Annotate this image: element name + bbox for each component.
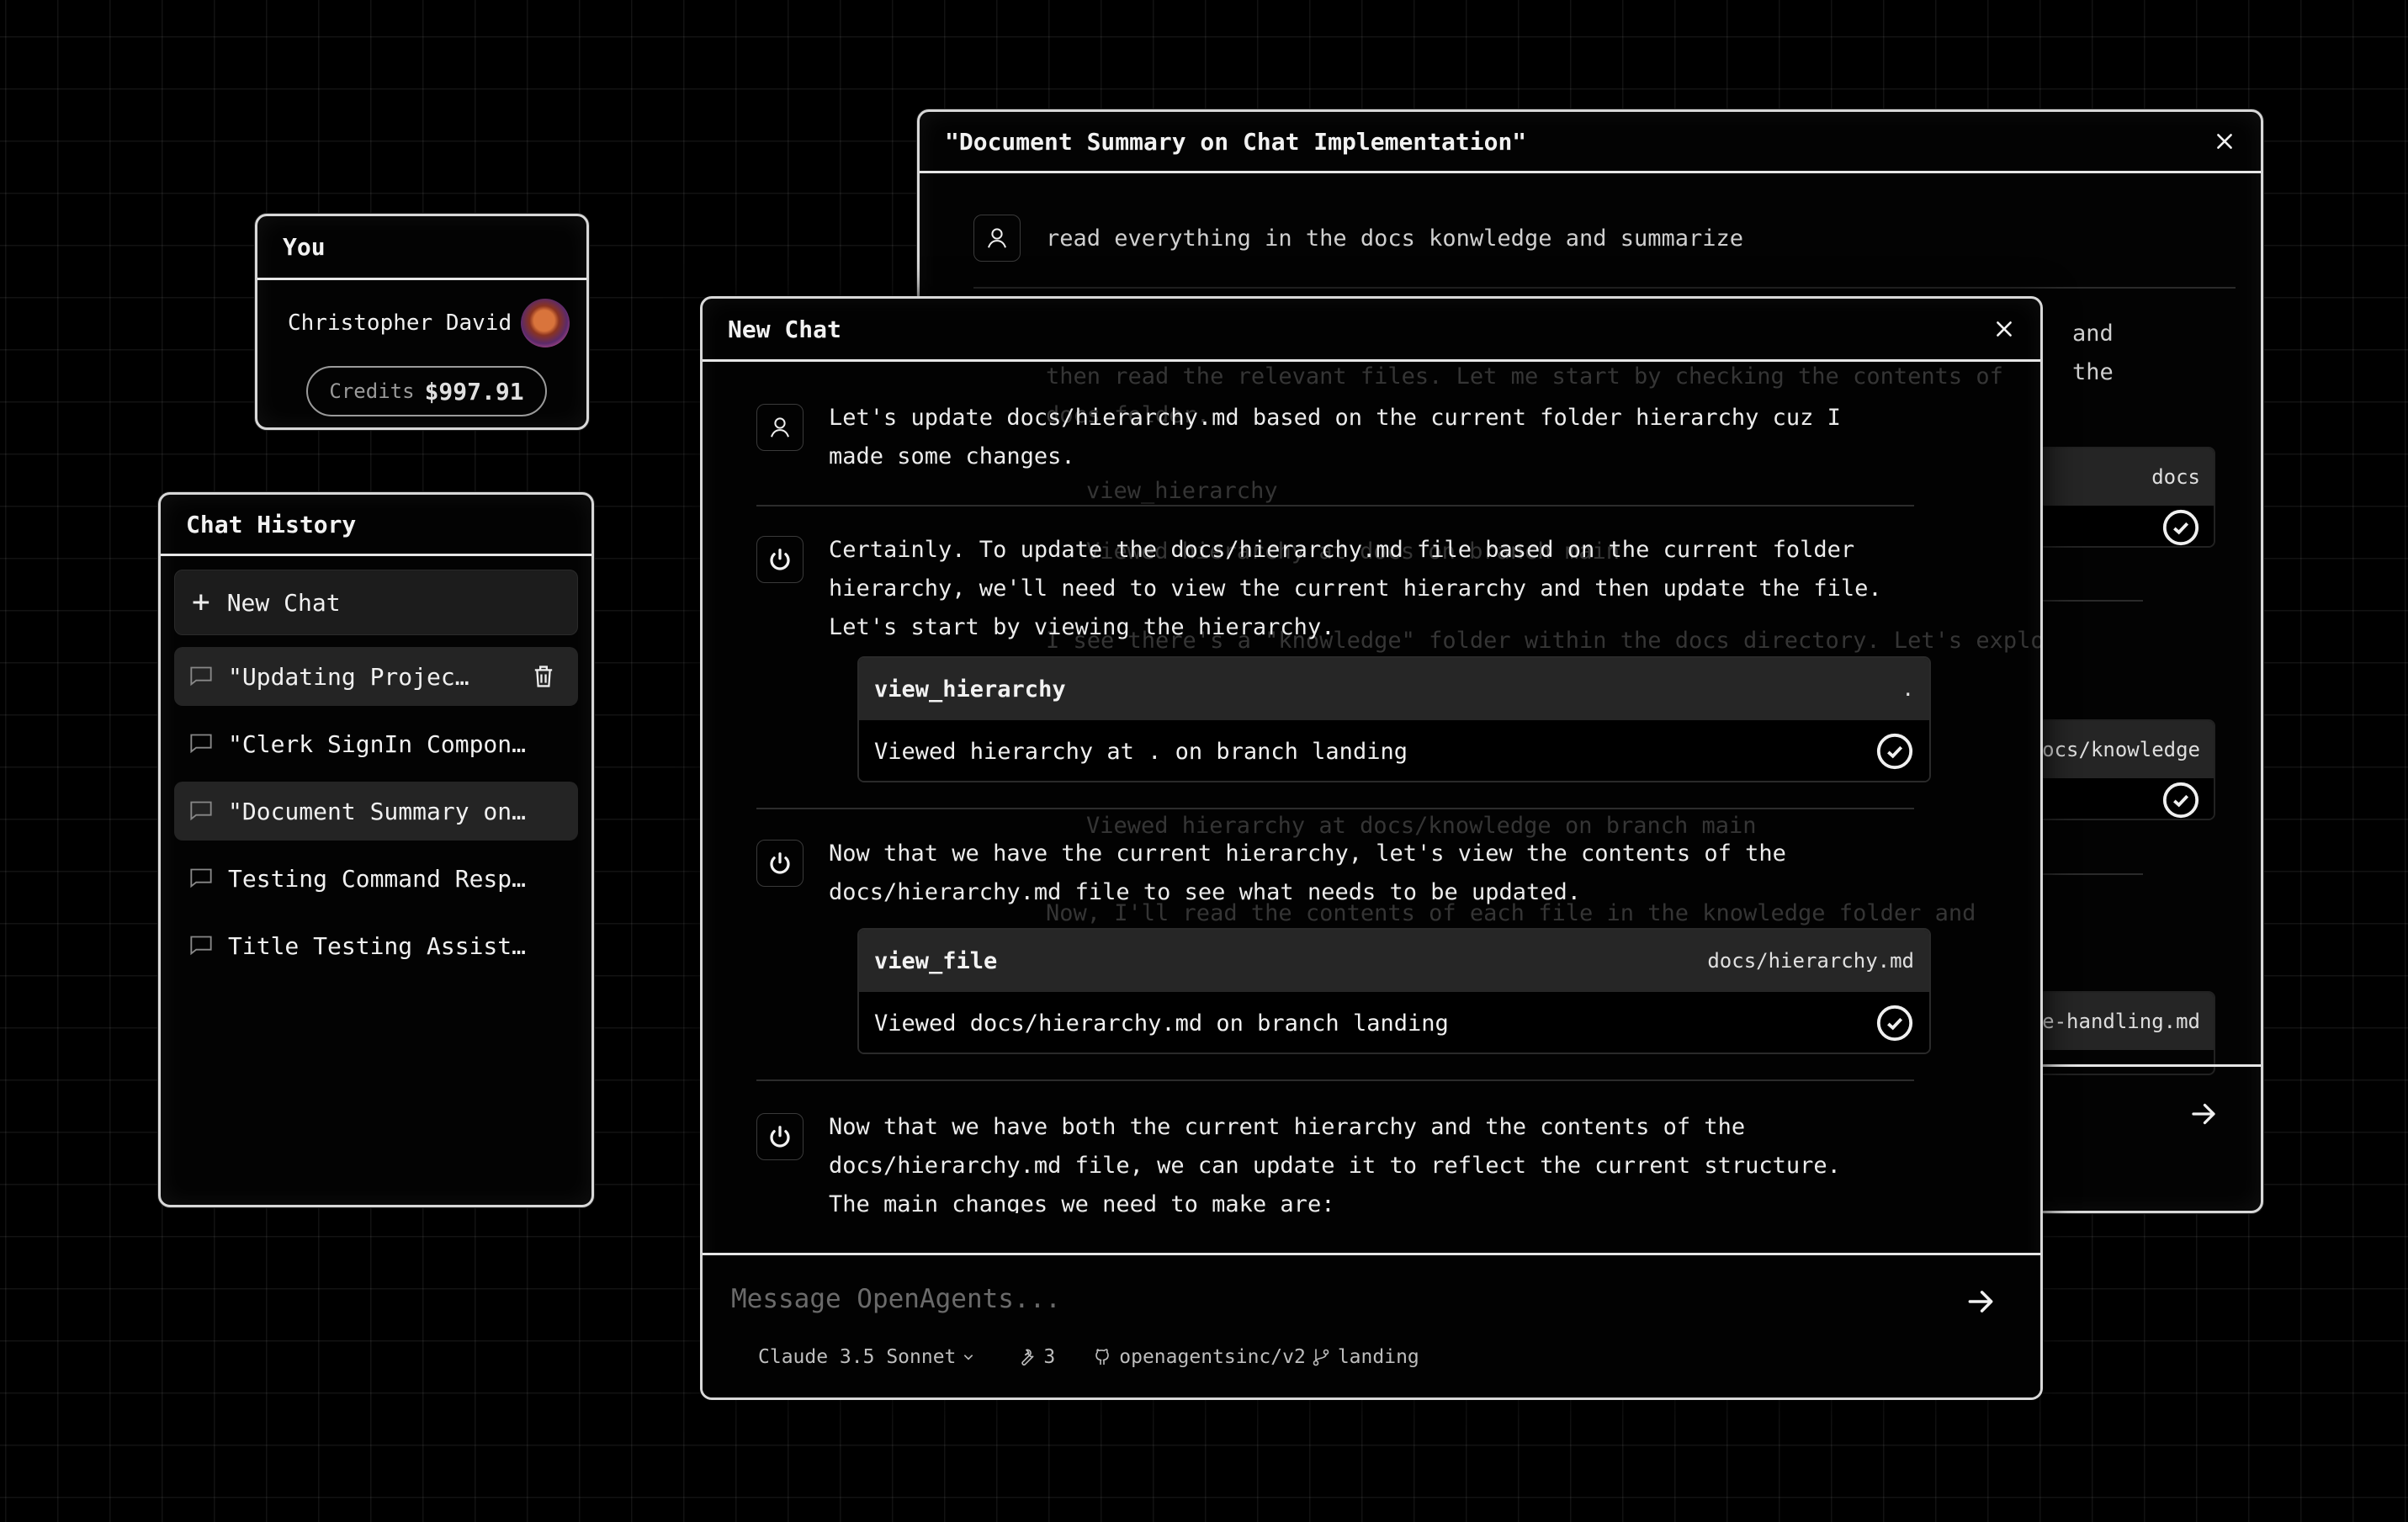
doc-window-title: "Document Summary on Chat Implementation…: [945, 127, 1527, 156]
check-circle-icon: [2162, 782, 2199, 819]
assistant-avatar-box: [756, 840, 804, 887]
repo-name: openagentsinc/v2: [1119, 1346, 1306, 1368]
history-item-label: "Updating Projec…: [228, 662, 469, 691]
model-selector[interactable]: Claude 3.5 Sonnet: [758, 1346, 974, 1368]
message-input[interactable]: [731, 1279, 1909, 1319]
assistant-avatar-box: [756, 536, 804, 583]
model-name: Claude 3.5 Sonnet: [758, 1346, 957, 1368]
doc-user-message: read everything in the docs konwledge an…: [973, 215, 1743, 262]
assistant-message: Now that we have both the current hierar…: [756, 1113, 1931, 1213]
message-text: Let's update docs/hierarchy.md based on …: [829, 405, 1841, 469]
new-chat-header: New Chat: [703, 299, 2040, 362]
doc-msg-fragment: and: [2072, 321, 2114, 347]
tools-count-value: 3: [1043, 1346, 1056, 1368]
credits-value: $997.91: [424, 377, 524, 406]
check-circle-icon: [1876, 1005, 1913, 1042]
ghost-text: view_hierarchy: [1086, 478, 1278, 504]
assistant-message: Certainly. To update the docs/hierarchy.…: [756, 536, 1931, 647]
composer: Claude 3.5 Sonnet 3 openagentsinc/v2 lan…: [703, 1253, 2040, 1397]
plus-icon: +: [192, 585, 210, 619]
new-chat-button[interactable]: + New Chat: [174, 570, 578, 635]
git-branch-icon: [1313, 1349, 1329, 1366]
history-item[interactable]: Title Testing Assist…: [174, 916, 578, 975]
history-item-label: "Document Summary on…: [228, 797, 527, 825]
tool-result: Viewed docs/hierarchy.md on branch landi…: [874, 1010, 1449, 1037]
branch-selector[interactable]: landing: [1311, 1346, 1419, 1368]
user-avatar-box: [756, 404, 804, 451]
branch-name: landing: [1337, 1346, 1419, 1368]
new-chat-title: New Chat: [728, 315, 841, 343]
tool-arg: docs/hierarchy.md: [1707, 949, 1914, 973]
history-item-label: "Clerk SignIn Compon…: [228, 729, 527, 758]
new-chat-label: New Chat: [226, 588, 341, 617]
user-message: Let's update docs/hierarchy.md based on …: [756, 404, 1931, 476]
chat-bubble-icon: [190, 734, 212, 754]
history-item[interactable]: "Updating Projec…: [174, 647, 578, 706]
user-avatar-box: [973, 215, 1021, 262]
power-icon: [770, 852, 790, 874]
power-icon: [770, 1126, 790, 1148]
history-item-label: Testing Command Resp…: [228, 864, 527, 893]
history-item[interactable]: Testing Command Resp…: [174, 849, 578, 908]
assistant-avatar-box: [756, 1113, 804, 1160]
check-circle-icon: [1876, 733, 1913, 770]
credits-label: Credits: [329, 379, 415, 403]
doc-msg-fragment: the: [2072, 359, 2114, 385]
divider: [756, 1079, 1914, 1081]
user-icon: [988, 228, 1006, 248]
chat-history-header: Chat History: [161, 495, 591, 556]
tool-name: view_hierarchy: [874, 676, 1066, 703]
wrench-icon: [1021, 1349, 1034, 1366]
chat-history-title: Chat History: [186, 510, 357, 538]
chevron-down-icon: [964, 1355, 973, 1360]
tool-name: view_file: [874, 947, 998, 974]
doc-window-header: "Document Summary on Chat Implementation…: [920, 112, 2261, 173]
message-text: Now that we have both the current hierar…: [829, 1114, 1841, 1213]
message-text: Now that we have the current hierarchy, …: [829, 841, 1786, 905]
profile-card: You Christopher David Credits $997.91: [255, 214, 589, 430]
history-item[interactable]: "Document Summary on…: [174, 782, 578, 841]
profile-header: You: [257, 216, 586, 280]
divider: [973, 287, 2236, 289]
check-circle-icon: [2162, 509, 2199, 546]
history-item[interactable]: "Clerk SignIn Compon…: [174, 714, 578, 773]
send-arrow-icon[interactable]: [2188, 1099, 2219, 1129]
user-icon: [771, 417, 789, 438]
tool-call-view-file[interactable]: view_file docs/hierarchy.md Viewed docs/…: [857, 928, 1931, 1054]
user-name: Christopher David: [288, 310, 512, 336]
message-text: Certainly. To update the docs/hierarchy.…: [829, 537, 1882, 640]
credits-badge[interactable]: Credits $997.91: [306, 366, 547, 416]
tool-arg: docs: [2151, 465, 2200, 489]
profile-title: You: [283, 233, 326, 261]
new-chat-window: New Chat then read the relevant files. L…: [700, 296, 2043, 1400]
chat-bubble-icon: [190, 936, 212, 956]
tools-count[interactable]: 3: [1016, 1346, 1055, 1368]
chat-bubble-icon: [190, 801, 212, 821]
trash-icon[interactable]: [533, 665, 554, 688]
tool-call-view-hierarchy[interactable]: view_hierarchy . Viewed hierarchy at . o…: [857, 656, 1931, 782]
close-icon[interactable]: [2214, 130, 2236, 152]
github-icon: [1095, 1349, 1110, 1365]
message-list: then read the relevant files. Let me sta…: [703, 362, 2040, 1213]
chat-bubble-icon: [190, 666, 212, 687]
tool-arg: .: [1901, 677, 1914, 701]
chat-bubble-icon: [190, 868, 212, 888]
assistant-message: Now that we have the current hierarchy, …: [756, 840, 1931, 912]
ghost-text: then read the relevant files. Let me sta…: [1046, 363, 2003, 390]
power-icon: [770, 549, 790, 570]
doc-user-message-text: read everything in the docs konwledge an…: [1046, 225, 1744, 252]
divider: [756, 808, 1914, 809]
history-item-label: Title Testing Assist…: [228, 931, 527, 960]
chat-history-panel: Chat History + New Chat "Updating Projec…: [158, 492, 594, 1207]
tool-result: Viewed hierarchy at . on branch landing: [874, 738, 1408, 765]
tool-arg: docs/knowledge: [2029, 738, 2200, 761]
avatar[interactable]: [521, 299, 570, 347]
send-arrow-icon[interactable]: [1965, 1286, 1997, 1318]
divider: [756, 505, 1914, 506]
repo-selector[interactable]: openagentsinc/v2: [1092, 1346, 1306, 1368]
close-icon[interactable]: [1993, 318, 2015, 340]
composer-meta-bar: Claude 3.5 Sonnet 3 openagentsinc/v2 lan…: [758, 1346, 1419, 1368]
